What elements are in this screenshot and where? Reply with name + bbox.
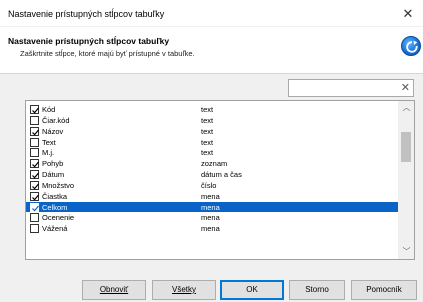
list-item[interactable]: Čiastka mena — [26, 191, 398, 202]
checkbox[interactable] — [30, 105, 39, 114]
all-button-label: Všetky — [171, 285, 196, 294]
checkbox[interactable] — [30, 202, 39, 212]
column-name: Kód — [42, 105, 56, 114]
window-title: Nastavenie prístupných stĺpcov tabuľky — [8, 9, 165, 19]
column-type: text — [201, 137, 214, 147]
column-type: zoznam — [201, 159, 228, 169]
checkmark-icon — [32, 183, 39, 190]
refresh-icon — [401, 36, 421, 56]
columns-list[interactable]: Kód text Čiar.kód text Názov text Text text M.j.… — [25, 100, 415, 260]
list-item[interactable]: Ocenenie mena — [26, 212, 398, 223]
scroll-up-icon[interactable]: ︿ — [398, 101, 414, 115]
column-type: mena — [201, 191, 220, 201]
checkbox[interactable] — [30, 126, 39, 136]
column-type: text — [201, 115, 214, 125]
close-icon[interactable]: ✕ — [393, 0, 423, 27]
checkmark-icon — [32, 172, 39, 179]
column-name: Pohyb — [42, 159, 64, 169]
column-name: Čiar.kód — [42, 115, 70, 125]
search-input[interactable]: ✕ — [288, 79, 414, 97]
checkbox[interactable] — [30, 180, 39, 190]
vertical-scrollbar[interactable]: ︿ ﹀ — [398, 101, 414, 259]
dialog-header: Nastavenie prístupných stĺpcov tabuľky Z… — [0, 27, 423, 74]
list-item[interactable]: Pohyb zoznam — [26, 158, 398, 169]
list-item[interactable]: Kód text — [26, 104, 398, 115]
column-name: Text — [42, 137, 56, 147]
checkbox[interactable] — [30, 170, 39, 180]
help-button[interactable]: Pomocník — [351, 280, 417, 300]
checkbox[interactable] — [30, 213, 39, 223]
checkmark-icon — [32, 205, 39, 212]
checkmark-icon — [32, 161, 39, 168]
checkmark-icon — [32, 107, 39, 114]
checkbox[interactable] — [30, 191, 39, 201]
header-subtitle: Zaškrtnite stĺpce, ktoré majú byť prístu… — [20, 49, 195, 58]
ok-button-label: OK — [246, 285, 258, 294]
column-type: text — [201, 126, 214, 136]
scrollbar-thumb[interactable] — [401, 132, 411, 162]
column-type: mena — [201, 213, 220, 223]
all-button[interactable]: Všetky — [152, 280, 216, 300]
column-name: Množstvo — [42, 180, 75, 190]
checkbox[interactable] — [30, 115, 39, 125]
checkbox[interactable] — [30, 148, 39, 158]
column-name: Názov — [42, 126, 64, 136]
checkbox[interactable] — [30, 137, 39, 147]
list-item[interactable]: Celkom mena — [26, 201, 398, 213]
cancel-button-label: Storno — [305, 285, 329, 294]
checkmark-icon — [32, 194, 39, 201]
checkmark-icon — [32, 129, 39, 136]
ok-button[interactable]: OK — [220, 280, 284, 300]
column-name: M.j. — [42, 148, 55, 158]
list-item[interactable]: M.j. text — [26, 147, 398, 158]
column-name: Čiastka — [42, 191, 68, 201]
checkbox[interactable] — [30, 159, 39, 169]
column-type: text — [201, 148, 214, 158]
cancel-button[interactable]: Storno — [289, 280, 345, 300]
list-item[interactable]: Text text — [26, 137, 398, 148]
column-name: Ocenenie — [42, 213, 75, 223]
list-item[interactable]: Množstvo číslo — [26, 180, 398, 191]
list-item[interactable]: Vážená mena — [26, 223, 398, 234]
column-name: Vážená — [42, 224, 68, 234]
column-type: číslo — [201, 180, 217, 190]
title-bar: Nastavenie prístupných stĺpcov tabuľky ✕ — [0, 0, 423, 27]
list-item[interactable]: Názov text — [26, 126, 398, 137]
columns-rows: Kód text Čiar.kód text Názov text Text text M.j.… — [26, 104, 398, 234]
help-button-label: Pomocník — [366, 285, 402, 294]
clear-icon[interactable]: ✕ — [401, 82, 410, 95]
column-type: text — [201, 105, 214, 114]
column-type: mena — [201, 202, 220, 212]
list-item[interactable]: Dátum dátum a čas — [26, 169, 398, 180]
scroll-down-icon[interactable]: ﹀ — [398, 245, 414, 259]
column-type: mena — [201, 224, 220, 234]
header-title: Nastavenie prístupných stĺpcov tabuľky — [8, 36, 170, 46]
refresh-button-label: Obnoviť — [99, 285, 129, 294]
refresh-button[interactable]: Obnoviť — [82, 280, 146, 300]
column-type: dátum a čas — [201, 170, 242, 180]
checkbox[interactable] — [30, 224, 39, 234]
column-name: Celkom — [42, 202, 68, 212]
list-item[interactable]: Čiar.kód text — [26, 115, 398, 126]
column-name: Dátum — [42, 170, 65, 180]
